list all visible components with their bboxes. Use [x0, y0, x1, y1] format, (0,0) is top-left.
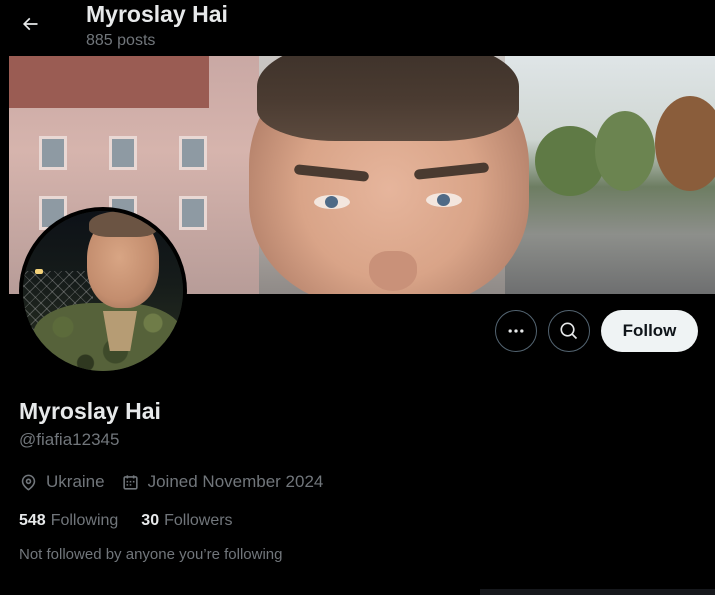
- more-horizontal-icon: [508, 329, 524, 333]
- header-post-count: 885 posts: [86, 32, 156, 49]
- search-posts-button[interactable]: [548, 310, 590, 352]
- search-icon: [560, 322, 578, 340]
- calendar-icon: [122, 474, 138, 490]
- profile-handle: @fiafia12345: [19, 430, 120, 449]
- location-pin-icon: [21, 474, 36, 491]
- joined-text: Joined November 2024: [147, 472, 324, 491]
- profile-meta: Ukraine Joined November 2024: [19, 471, 339, 493]
- joined-item: Joined November 2024: [121, 472, 324, 492]
- bottom-divider: [480, 589, 715, 595]
- header-title: Myroslay Hai: [86, 1, 228, 27]
- followers-count: 30: [141, 512, 160, 529]
- location-item: Ukraine: [19, 472, 105, 492]
- more-options-button[interactable]: [495, 310, 537, 352]
- profile-avatar[interactable]: [19, 207, 187, 375]
- following-label: Following: [50, 512, 119, 529]
- following-link[interactable]: 548 Following: [19, 512, 118, 530]
- back-button[interactable]: [12, 6, 48, 42]
- following-count: 548: [19, 512, 46, 529]
- followers-label: Followers: [164, 512, 233, 529]
- location-text: Ukraine: [46, 472, 105, 491]
- arrow-left-icon: [22, 17, 38, 31]
- follow-button[interactable]: Follow: [601, 310, 698, 352]
- not-followed-notice: Not followed by anyone you’re following: [19, 546, 283, 563]
- followers-link[interactable]: 30 Followers: [141, 512, 232, 530]
- profile-header: Myroslay Hai 885 posts: [0, 0, 715, 56]
- follow-stats: 548 Following 30 Followers: [19, 510, 256, 532]
- profile-display-name: Myroslay Hai: [19, 398, 161, 424]
- banner-street: [505, 56, 715, 294]
